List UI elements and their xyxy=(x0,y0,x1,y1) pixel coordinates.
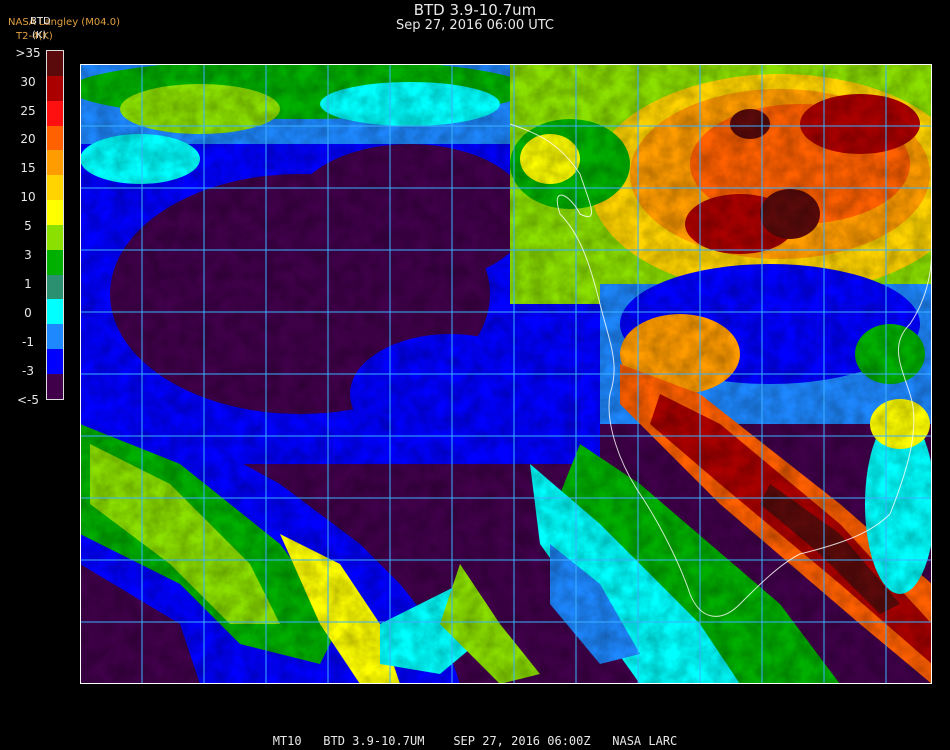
legend-label: 10 xyxy=(20,190,36,204)
legend-swatch xyxy=(47,299,63,325)
legend-swatch xyxy=(47,75,63,101)
legend-label: -3 xyxy=(22,364,34,378)
legend-label: 25 xyxy=(20,104,36,118)
legend-swatch xyxy=(47,373,63,399)
legend-swatch xyxy=(47,349,63,374)
legend-swatch xyxy=(47,100,63,126)
title: BTD 3.9-10.7um xyxy=(413,1,537,19)
legend-label: 0 xyxy=(24,306,32,320)
legend-label: 1 xyxy=(24,277,32,291)
legend-swatch xyxy=(47,249,63,275)
legend-label: >35 xyxy=(15,46,41,60)
color-legend xyxy=(46,50,64,400)
legend-swatch xyxy=(47,175,63,201)
legend-label: 5 xyxy=(24,219,32,233)
legend-label: <-5 xyxy=(16,393,40,407)
footer-caption: MT10 BTD 3.9-10.7UM SEP 27, 2016 06:00Z … xyxy=(272,734,678,748)
legend-label: -1 xyxy=(22,335,34,349)
legend-label: 15 xyxy=(20,161,36,175)
legend-swatch xyxy=(47,324,63,350)
credit-overlay-k: (K) xyxy=(32,30,47,41)
legend-swatch xyxy=(47,224,63,250)
datetime: Sep 27, 2016 06:00 UTC xyxy=(395,18,555,33)
legend-swatch xyxy=(47,125,63,151)
legend-swatch xyxy=(47,150,63,176)
legend-swatch xyxy=(47,200,63,225)
legend-swatch xyxy=(47,51,63,76)
legend-label: 20 xyxy=(20,132,36,146)
credit-overlay-btd: BTD xyxy=(30,16,51,27)
legend-label: 3 xyxy=(24,248,32,262)
credit-source: NASA Langley (M04.0) xyxy=(8,17,120,28)
legend-swatch xyxy=(47,274,63,300)
legend-label: 30 xyxy=(20,75,36,89)
satellite-map xyxy=(80,64,932,684)
